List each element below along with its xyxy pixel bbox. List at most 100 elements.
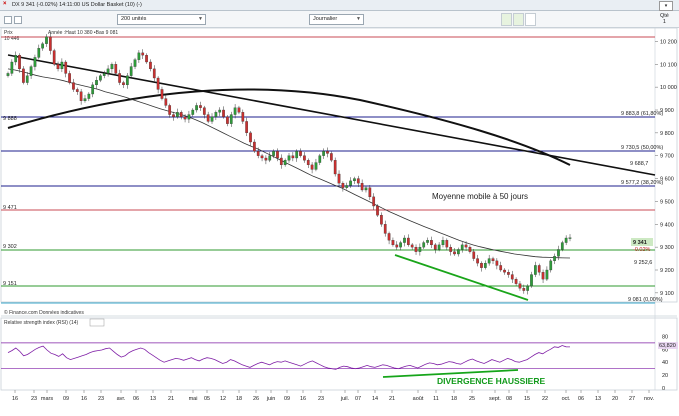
price-axis-label: 9 700 bbox=[660, 154, 674, 160]
date-axis-label: 13 bbox=[595, 396, 601, 402]
price-axis-label: 9 100 bbox=[660, 291, 674, 297]
fib-61-label: 9 883,8 (61,80%) bbox=[621, 111, 663, 117]
moving-average-50-line bbox=[7, 68, 571, 259]
candle-body bbox=[476, 258, 479, 264]
change-label: -0.02% bbox=[633, 247, 651, 253]
candle-body bbox=[457, 249, 460, 255]
candle-body bbox=[83, 98, 87, 102]
date-axis-label: 21 bbox=[168, 396, 174, 402]
candle-body bbox=[210, 116, 214, 122]
candle-body bbox=[376, 205, 379, 216]
candle-body bbox=[322, 150, 325, 156]
candle-body bbox=[172, 114, 175, 118]
candle-body bbox=[299, 150, 302, 156]
candle-body bbox=[214, 112, 218, 118]
candle-body bbox=[79, 91, 83, 102]
candle-body bbox=[75, 89, 79, 92]
date-axis-label: 18 bbox=[236, 396, 242, 402]
candle-body bbox=[553, 256, 556, 262]
date-axis-label: 21 bbox=[389, 396, 395, 402]
candle-body bbox=[345, 185, 349, 188]
left-level-9151: 9 151 bbox=[3, 281, 17, 287]
candle-body bbox=[187, 114, 191, 120]
candle-body bbox=[14, 54, 18, 63]
candle-body bbox=[64, 61, 68, 74]
candle-body bbox=[353, 178, 356, 182]
fib-0-label: 9 081 (0,00%) bbox=[628, 297, 663, 303]
date-axis-label: 09 bbox=[63, 396, 69, 402]
candle-body bbox=[333, 160, 337, 175]
candle-body bbox=[145, 54, 148, 63]
candle-body bbox=[68, 73, 71, 83]
date-axis-label: 22 bbox=[542, 396, 548, 402]
chart-window: × DX 9 341 (-0.02%) 14:11:00 US Dollar B… bbox=[0, 0, 679, 416]
candle-body bbox=[45, 36, 48, 44]
rsi-settings-icon[interactable] bbox=[89, 318, 105, 327]
date-axis-label: 16 bbox=[300, 396, 306, 402]
date-axis-label: 07 bbox=[355, 396, 361, 402]
candle-body bbox=[418, 246, 422, 252]
candle-body bbox=[453, 251, 456, 255]
date-axis-label: août bbox=[413, 396, 424, 402]
rsi-line bbox=[7, 345, 571, 370]
candle-body bbox=[222, 109, 225, 118]
last-price-label: 9 341 bbox=[633, 240, 647, 246]
candle-body bbox=[253, 141, 256, 152]
price-axis-label: 9 200 bbox=[660, 268, 674, 274]
date-axis-label: 06 bbox=[578, 396, 584, 402]
candle-body bbox=[306, 160, 310, 166]
candle-body bbox=[507, 272, 510, 275]
candle-body bbox=[183, 116, 187, 120]
candle-body bbox=[72, 82, 75, 90]
rsi-axis-label: 40 bbox=[662, 360, 668, 366]
date-axis-label: juil. bbox=[340, 396, 350, 402]
candle-body bbox=[129, 66, 133, 76]
candle-body bbox=[199, 105, 202, 108]
candle-body bbox=[37, 48, 41, 58]
candle-body bbox=[430, 240, 433, 246]
candle-body bbox=[99, 75, 102, 81]
fib-50-label: 9 730,5 (50,00%) bbox=[621, 145, 663, 151]
legend-items: Année :Haut 10 380 •Bas 9 081 bbox=[48, 30, 118, 36]
candle-body bbox=[176, 112, 179, 118]
candle-body bbox=[110, 64, 114, 70]
candle-body bbox=[383, 224, 387, 234]
candle-body bbox=[368, 187, 372, 198]
date-axis-label: 16 bbox=[12, 396, 18, 402]
left-level-9888: 9 888 bbox=[3, 116, 17, 122]
date-axis-label: 08 bbox=[506, 396, 512, 402]
candle-body bbox=[341, 182, 345, 188]
candle-body bbox=[156, 77, 160, 90]
candle-body bbox=[41, 43, 44, 49]
candle-body bbox=[380, 214, 383, 225]
candle-body bbox=[264, 157, 268, 161]
candle-body bbox=[191, 109, 195, 115]
rsi-axis-label: 20 bbox=[662, 373, 668, 379]
price-chart[interactable]: Prix 10 446 Année :Haut 10 380 •Bas 9 08… bbox=[0, 0, 679, 416]
candle-body bbox=[422, 242, 426, 248]
candle-body bbox=[495, 260, 499, 266]
candle-body bbox=[195, 105, 198, 111]
date-axis-label: sept. bbox=[489, 396, 501, 402]
candle-body bbox=[537, 265, 541, 273]
ma-annotation: Moyenne mobile à 50 jours bbox=[432, 192, 528, 201]
candle-body bbox=[141, 52, 145, 56]
price-axis-label: 10 100 bbox=[660, 62, 677, 68]
date-axis-label: 15 bbox=[524, 396, 530, 402]
candle-body bbox=[133, 59, 137, 67]
date-axis-label: 23 bbox=[98, 396, 104, 402]
date-axis-label: 09 bbox=[284, 396, 290, 402]
candle-body bbox=[356, 178, 360, 184]
candle-body bbox=[337, 173, 341, 184]
candle-body bbox=[530, 274, 533, 287]
candle-body bbox=[406, 237, 410, 246]
candle-body bbox=[260, 155, 264, 159]
rsi-axis-label: 0 bbox=[662, 386, 665, 392]
candle-body bbox=[268, 155, 272, 161]
date-axis-label: 23 bbox=[318, 396, 324, 402]
candle-body bbox=[426, 240, 429, 243]
date-axis-label: 23 bbox=[31, 396, 37, 402]
candle-body bbox=[95, 80, 98, 86]
candle-body bbox=[106, 68, 110, 74]
price-axis-label: 9 300 bbox=[660, 245, 674, 251]
